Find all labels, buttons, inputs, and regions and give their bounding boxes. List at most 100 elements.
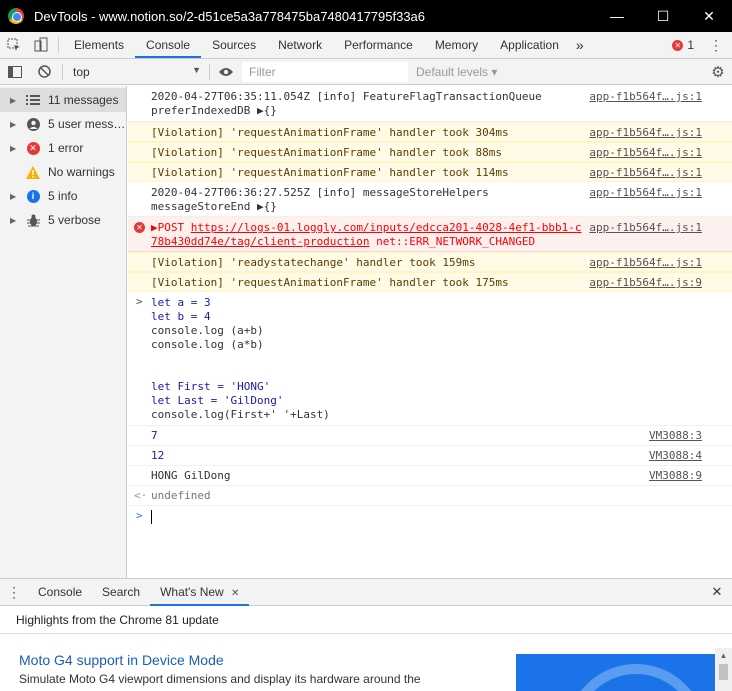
code-line: let Last = 'GilDong' xyxy=(151,394,284,407)
console-warning: [Violation] 'requestAnimationFrame' hand… xyxy=(128,122,732,142)
scrollbar-thumb[interactable] xyxy=(719,664,728,680)
expand-arrow-icon: ▶ xyxy=(10,119,17,129)
sidebar-item-verbose[interactable]: ▶ 5 verbose xyxy=(0,208,126,232)
console-warning: [Violation] 'requestAnimationFrame' hand… xyxy=(128,162,732,182)
maximize-button[interactable]: ☐ xyxy=(640,0,686,32)
drawer-tab-search[interactable]: Search xyxy=(92,579,150,606)
error-suffix: net::ERR_NETWORK_CHANGED xyxy=(369,235,536,248)
error-icon: ✕ xyxy=(134,222,145,233)
source-link[interactable]: app-f1b564f….js:1 xyxy=(589,221,702,235)
source-link[interactable]: app-f1b564f….js:1 xyxy=(589,256,702,270)
source-link[interactable]: app-f1b564f….js:1 xyxy=(589,90,702,104)
console-message: 2020-04-27T06:36:27.525Z [info] messageS… xyxy=(128,182,732,217)
error-url-link-cont[interactable]: 78b430dd74e/tag/client-production xyxy=(151,235,370,248)
drawer-menu-icon[interactable]: ⋮ xyxy=(0,584,28,601)
sidebar-item-errors[interactable]: ▶ ✕ 1 error xyxy=(0,136,126,160)
close-drawer-icon[interactable]: ✕ xyxy=(702,584,732,600)
whats-new-panel: Moto G4 support in Device Mode Simulate … xyxy=(0,634,732,691)
console-toolbar: top ▼ Filter Default levels ▾ ⚙ xyxy=(0,59,732,85)
drawer-tab-label: What's New xyxy=(160,584,224,599)
source-link[interactable]: VM3088:3 xyxy=(649,429,702,443)
input-code: let a = 3 let b = 4 console.log (a+b) co… xyxy=(151,296,330,422)
result-value: undefined xyxy=(151,489,211,502)
list-icon xyxy=(24,93,42,107)
console-warning: [Violation] 'requestAnimationFrame' hand… xyxy=(128,142,732,162)
message-text: 2020-04-27T06:35:11.054Z [info] FeatureF… xyxy=(151,90,542,117)
window-titlebar: DevTools - www.notion.so/2-d51ce5a3a7784… xyxy=(0,0,732,32)
drawer-tab-whats-new[interactable]: What's New ✕ xyxy=(150,579,250,606)
source-link[interactable]: app-f1b564f….js:1 xyxy=(589,146,702,160)
whats-new-thumbnail[interactable] xyxy=(516,654,716,691)
close-window-button[interactable]: ✕ xyxy=(686,0,732,32)
text-cursor xyxy=(151,510,152,524)
whats-new-item-title[interactable]: Moto G4 support in Device Mode xyxy=(19,652,224,668)
tab-network[interactable]: Network xyxy=(267,32,333,58)
dropdown-arrow-icon: ▼ xyxy=(192,64,201,75)
tab-memory[interactable]: Memory xyxy=(424,32,489,58)
source-link[interactable]: VM3088:9 xyxy=(649,469,702,483)
sidebar-item-label: user mess… xyxy=(58,117,126,131)
device-toolbar-icon[interactable] xyxy=(28,32,54,58)
highlights-header: Highlights from the Chrome 81 update xyxy=(0,606,732,634)
tab-console[interactable]: Console xyxy=(135,32,202,58)
drawer-tab-console[interactable]: Console xyxy=(28,579,92,606)
source-link[interactable]: app-f1b564f….js:1 xyxy=(589,186,702,200)
message-text: [Violation] 'requestAnimationFrame' hand… xyxy=(151,166,509,179)
tab-elements[interactable]: Elements xyxy=(63,32,135,58)
sidebar-item-messages[interactable]: ▶ 11 messages xyxy=(0,88,126,112)
error-icon: ✕ xyxy=(24,141,42,155)
output-value: 12 xyxy=(151,449,165,462)
sidebar-item-warnings[interactable]: No warnings xyxy=(0,160,126,184)
source-link[interactable]: app-f1b564f….js:1 xyxy=(589,126,702,140)
clear-console-icon[interactable] xyxy=(30,65,58,78)
sidebar-item-count: 5 xyxy=(48,213,55,227)
console-output: 2020-04-27T06:35:11.054Z [info] FeatureF… xyxy=(128,86,732,578)
source-link[interactable]: app-f1b564f….js:9 xyxy=(589,276,702,290)
error-url-link[interactable]: https://logs-01.loggly.com/inputs/edcca2… xyxy=(191,221,582,234)
tab-application[interactable]: Application xyxy=(489,32,570,58)
close-tab-icon[interactable]: ✕ xyxy=(231,588,239,599)
sidebar-item-info[interactable]: ▶ i 5 info xyxy=(0,184,126,208)
console-result-line: <· undefined xyxy=(128,486,732,506)
error-counter[interactable]: ✕ 1 xyxy=(672,38,694,52)
settings-gear-icon[interactable]: ⚙ xyxy=(704,63,732,81)
more-tabs-button[interactable]: » xyxy=(570,32,590,58)
error-icon: ✕ xyxy=(672,39,684,51)
code-line: let First = 'HONG' xyxy=(151,380,271,393)
console-prompt-line[interactable]: > xyxy=(128,506,732,526)
error-prefix[interactable]: ▶POST xyxy=(151,221,191,234)
code-line: let b = 4 xyxy=(151,310,211,323)
eye-icon[interactable] xyxy=(214,67,238,77)
result-prompt-icon: <· xyxy=(134,489,148,502)
drawer-scrollbar[interactable]: ▲ xyxy=(715,648,732,691)
bug-icon xyxy=(24,213,42,227)
tab-sources[interactable]: Sources xyxy=(201,32,267,58)
filter-input[interactable]: Filter xyxy=(242,61,408,82)
kebab-menu-icon[interactable]: ⋮ xyxy=(708,37,724,54)
source-link[interactable]: app-f1b564f….js:1 xyxy=(589,166,702,180)
sidebar-item-user-messages[interactable]: ▶ 5 user mess… xyxy=(0,112,126,136)
output-value: HONG GilDong xyxy=(151,469,231,482)
console-output-line: HONG GilDong VM3088:9 xyxy=(128,466,732,486)
divider xyxy=(58,37,59,53)
chrome-logo-icon xyxy=(8,8,24,24)
expand-arrow-icon: ▶ xyxy=(10,95,17,105)
inspect-element-icon[interactable] xyxy=(0,32,28,58)
code-line: let a = 3 xyxy=(151,296,211,309)
context-selector[interactable]: top ▼ xyxy=(67,62,205,82)
tab-performance[interactable]: Performance xyxy=(333,32,424,58)
source-link[interactable]: VM3088:4 xyxy=(649,449,702,463)
message-text: 2020-04-27T06:36:27.525Z [info] messageS… xyxy=(151,186,489,213)
sidebar-item-label: No warnings xyxy=(48,165,115,179)
expand-arrow-icon: ▶ xyxy=(10,191,17,201)
console-sidebar: ▶ 11 messages ▶ 5 user mess… ▶ ✕ 1 error… xyxy=(0,86,127,578)
sidebar-item-count: 5 xyxy=(48,117,55,131)
info-icon: i xyxy=(24,189,42,203)
minimize-button[interactable]: — xyxy=(594,0,640,32)
devtools-tabbar: Elements Console Sources Network Perform… xyxy=(0,32,732,59)
log-levels-dropdown[interactable]: Default levels ▾ xyxy=(416,65,497,79)
sidebar-toggle-icon[interactable] xyxy=(0,65,30,78)
user-icon xyxy=(24,117,42,131)
scroll-up-arrow-icon[interactable]: ▲ xyxy=(715,648,732,662)
